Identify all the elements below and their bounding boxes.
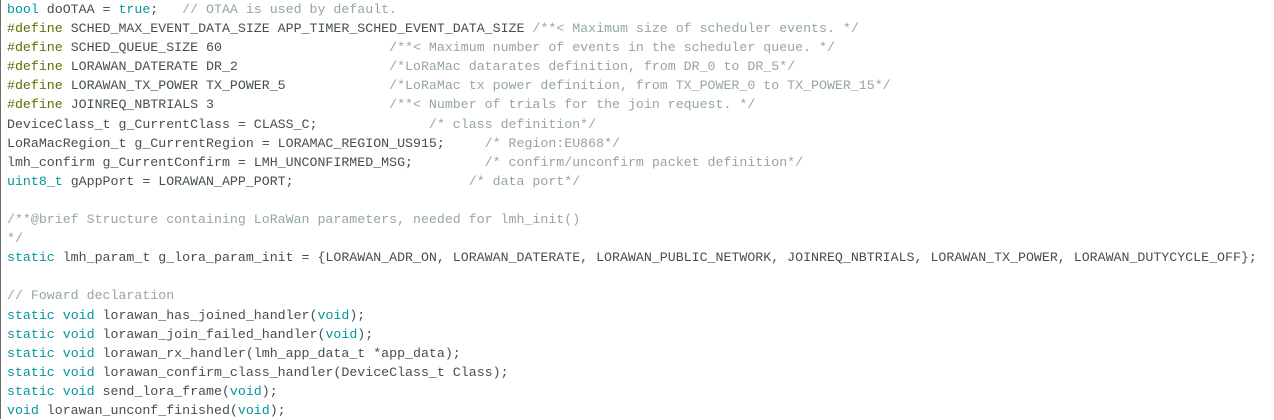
comment-token: /* Region:EU868*/ xyxy=(484,135,620,151)
keyword-token: static xyxy=(7,326,55,342)
code-token: ; xyxy=(150,2,183,17)
comment-token: /**< Maximum number of events in the sch… xyxy=(389,40,835,56)
code-token: doOTAA = xyxy=(38,2,119,17)
code-line[interactable]: lmh_confirm g_CurrentConfirm = LMH_UNCON… xyxy=(7,153,1274,172)
comment-token: // OTAA is used by default. xyxy=(182,2,398,17)
code-token: lmh_confirm g_CurrentConfirm = LMH_UNCON… xyxy=(7,154,485,170)
code-token: JOINREQ_NBTRIALS 3 xyxy=(62,97,390,113)
code-token: lorawan_unconf_finished( xyxy=(38,402,238,418)
comment-token: /**< Maximum size of scheduler events. *… xyxy=(532,21,859,37)
code-line[interactable]: static void lorawan_has_joined_handler(v… xyxy=(7,306,1274,325)
code-token: gAppPort = LORAWAN_APP_PORT; xyxy=(62,173,469,189)
preprocessor-token: #define xyxy=(7,40,63,56)
comment-token: /* data port*/ xyxy=(468,173,581,189)
code-line[interactable]: */ xyxy=(7,229,1274,248)
code-line[interactable]: uint8_t gAppPort = LORAWAN_APP_PORT; /* … xyxy=(7,172,1274,191)
keyword-token: void xyxy=(7,402,39,418)
preprocessor-token: #define xyxy=(7,78,63,94)
code-line[interactable]: static void send_lora_frame(void); xyxy=(7,382,1274,401)
code-line[interactable]: #define JOINREQ_NBTRIALS 3 /**< Number o… xyxy=(7,95,1274,114)
comment-token: /* confirm/unconfirm packet definition*/ xyxy=(484,154,804,170)
comment-token: /*LoRaMac datarates definition, from DR_… xyxy=(389,59,796,75)
comment-token: /**@brief Structure containing LoRaWan p… xyxy=(7,212,581,228)
comment-token: /**< Number of trials for the join reque… xyxy=(389,97,756,113)
code-line[interactable]: /**@brief Structure containing LoRaWan p… xyxy=(7,210,1274,229)
code-token: lorawan_has_joined_handler( xyxy=(94,307,318,323)
keyword-token: uint8_t xyxy=(7,173,63,189)
code-line[interactable]: bool doOTAA = true; // OTAA is used by d… xyxy=(7,0,1274,19)
keyword-token: void xyxy=(62,307,95,323)
code-token: ); xyxy=(349,307,366,323)
keyword-token: static xyxy=(7,307,55,323)
preprocessor-token: #define xyxy=(7,21,63,37)
code-line[interactable]: #define LORAWAN_TX_POWER TX_POWER_5 /*Lo… xyxy=(7,76,1274,95)
code-token: LoRaMacRegion_t g_CurrentRegion = LORAMA… xyxy=(7,135,485,151)
comment-token: /*LoRaMac tx power definition, from TX_P… xyxy=(389,78,891,94)
comment-token: */ xyxy=(7,231,23,247)
code-token: ); xyxy=(269,402,286,418)
code-line[interactable]: static void lorawan_confirm_class_handle… xyxy=(7,363,1274,382)
preprocessor-token: #define xyxy=(7,97,63,113)
comment-token: /* class definition*/ xyxy=(428,116,597,132)
code-token: ); xyxy=(261,383,278,399)
keyword-token: void xyxy=(62,364,95,380)
code-line[interactable]: #define SCHED_MAX_EVENT_DATA_SIZE APP_TI… xyxy=(7,19,1274,38)
code-line[interactable] xyxy=(7,267,1274,286)
code-token: SCHED_MAX_EVENT_DATA_SIZE APP_TIMER_SCHE… xyxy=(62,21,533,37)
code-token: LORAWAN_TX_POWER TX_POWER_5 xyxy=(62,78,390,94)
keyword-token: void xyxy=(62,383,95,399)
code-line[interactable]: // Foward declaration xyxy=(7,286,1274,305)
keyword-token: static xyxy=(7,345,55,361)
code-token: ); xyxy=(357,326,374,342)
keyword-token: void xyxy=(62,345,95,361)
code-token: lorawan_rx_handler(lmh_app_data_t *app_d… xyxy=(94,345,461,361)
code-line[interactable]: DeviceClass_t g_CurrentClass = CLASS_C; … xyxy=(7,115,1274,134)
keyword-token: true xyxy=(118,2,151,17)
code-token: lmh_param_t g_lora_param_init = {LORAWAN… xyxy=(54,250,1257,266)
keyword-token: void xyxy=(229,383,262,399)
keyword-token: static xyxy=(7,364,55,380)
keyword-token: void xyxy=(325,326,358,342)
code-editor[interactable]: bool doOTAA = true; // OTAA is used by d… xyxy=(0,0,1274,419)
code-token: lorawan_join_failed_handler( xyxy=(94,326,326,342)
code-token: send_lora_frame( xyxy=(94,383,230,399)
code-line[interactable]: LoRaMacRegion_t g_CurrentRegion = LORAMA… xyxy=(7,134,1274,153)
code-line[interactable]: static void lorawan_join_failed_handler(… xyxy=(7,325,1274,344)
code-line[interactable] xyxy=(7,191,1274,210)
keyword-token: static xyxy=(7,250,55,266)
keyword-token: void xyxy=(62,326,95,342)
code-line[interactable]: #define SCHED_QUEUE_SIZE 60 /**< Maximum… xyxy=(7,38,1274,57)
keyword-token: static xyxy=(7,383,55,399)
code-line[interactable]: static lmh_param_t g_lora_param_init = {… xyxy=(7,248,1274,267)
keyword-token: bool xyxy=(7,2,39,17)
preprocessor-token: #define xyxy=(7,59,63,75)
code-line[interactable]: #define LORAWAN_DATERATE DR_2 /*LoRaMac … xyxy=(7,57,1274,76)
code-line[interactable]: static void lorawan_rx_handler(lmh_app_d… xyxy=(7,344,1274,363)
keyword-token: void xyxy=(317,307,350,323)
code-token: SCHED_QUEUE_SIZE 60 xyxy=(62,40,390,56)
code-line[interactable]: void lorawan_unconf_finished(void); xyxy=(7,401,1274,420)
code-token: DeviceClass_t g_CurrentClass = CLASS_C; xyxy=(7,116,429,132)
code-token: LORAWAN_DATERATE DR_2 xyxy=(62,59,390,75)
comment-token: // Foward declaration xyxy=(7,288,175,304)
keyword-token: void xyxy=(237,402,270,418)
code-token: lorawan_confirm_class_handler(DeviceClas… xyxy=(94,364,509,380)
